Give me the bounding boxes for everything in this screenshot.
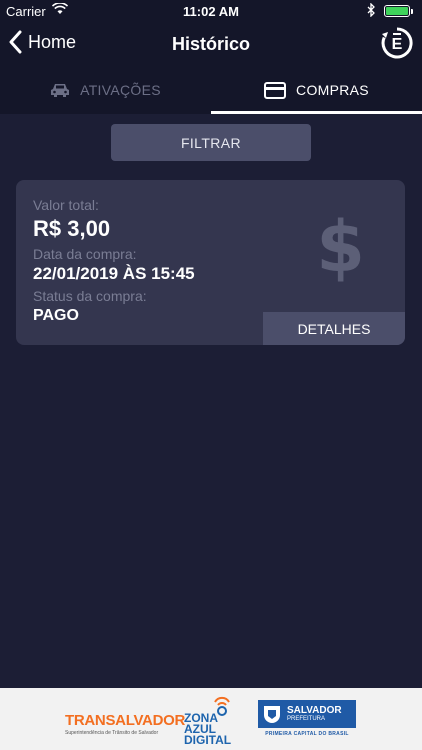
- footer-logos: TRANSALVADOR Superintendência de Trânsit…: [0, 688, 422, 750]
- salvador-motto: PRIMEIRA CAPITAL DO BRASIL: [265, 731, 349, 737]
- salvador-prefeitura-logo: SALVADOR PREFEITURA PRIMEIRA CAPITAL DO …: [256, 700, 358, 744]
- e-app-logo-icon[interactable]: E: [380, 26, 414, 60]
- transalvador-title: TRANSALVADOR: [65, 712, 186, 729]
- total-label: Valor total:: [33, 197, 99, 213]
- battery-icon: [384, 5, 413, 17]
- total-value: R$ 3,00: [33, 216, 111, 241]
- tab-compras-label: COMPRAS: [296, 82, 369, 98]
- tab-bar: ATIVAÇÕES COMPRAS: [0, 66, 422, 114]
- transalvador-logo: TRANSALVADOR Superintendência de Trânsit…: [65, 712, 185, 736]
- page-title: Histórico: [171, 34, 250, 54]
- bluetooth-icon: [367, 2, 376, 20]
- car-icon: [50, 82, 70, 98]
- zona-azul-logo: ZONA AZUL DIGITAL: [184, 696, 234, 747]
- tab-compras[interactable]: COMPRAS: [211, 66, 422, 114]
- filter-button[interactable]: FILTRAR: [111, 124, 311, 161]
- dollar-icon: $: [316, 206, 365, 288]
- svg-text:E: E: [392, 36, 403, 53]
- status-bar: Carrier 11:02 AM: [0, 0, 422, 22]
- tab-ativacoes[interactable]: ATIVAÇÕES: [0, 66, 211, 114]
- salvador-title: SALVADOR: [287, 705, 342, 716]
- clock-time: 11:02 AM: [183, 4, 239, 19]
- salvador-subtitle: PREFEITURA: [287, 716, 326, 722]
- status-value: PAGO: [33, 307, 79, 324]
- transalvador-subtitle: Superintendência de Trânsito de Salvador: [65, 730, 159, 736]
- tab-ativacoes-label: ATIVAÇÕES: [80, 82, 161, 98]
- credit-card-icon: [264, 81, 287, 99]
- zona-line3: DIGITAL: [184, 733, 232, 747]
- date-value: 22/01/2019 ÀS 15:45: [33, 264, 195, 283]
- details-button[interactable]: DETALHES: [263, 312, 405, 345]
- date-label: Data da compra:: [33, 246, 137, 262]
- city-crest-icon: [264, 706, 280, 723]
- navigation-bar: Home Histórico E: [0, 22, 422, 66]
- purchase-card: $ Valor total: R$ 3,00 Data da compra: 2…: [16, 180, 405, 345]
- status-label: Status da compra:: [33, 288, 147, 304]
